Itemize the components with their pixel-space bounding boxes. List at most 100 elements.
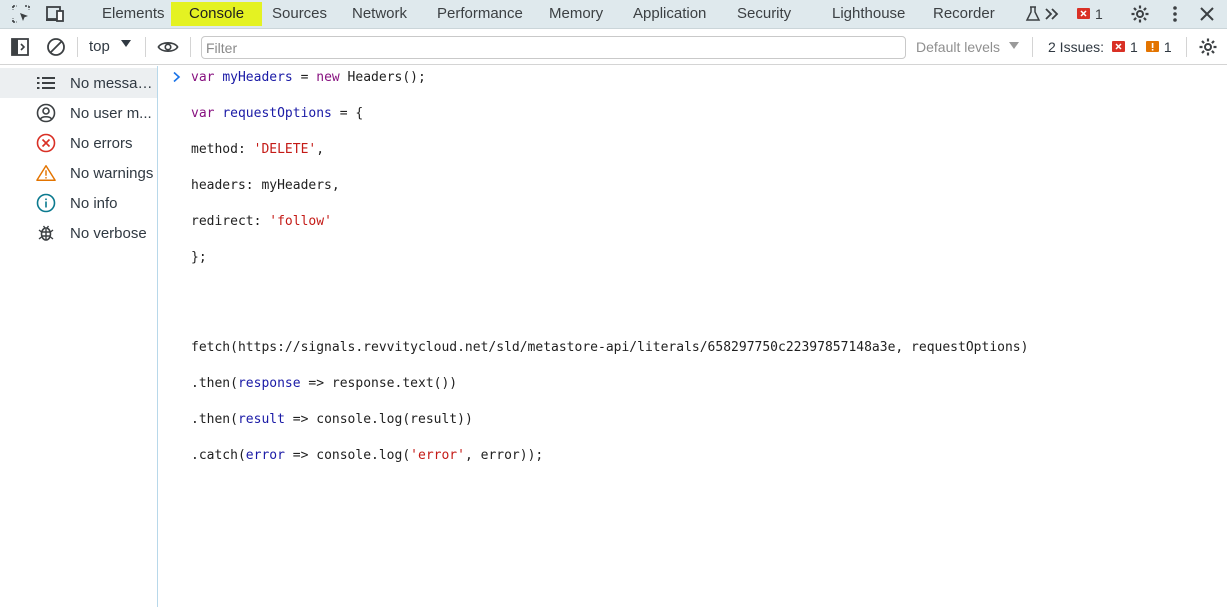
toolbar-divider [1032, 37, 1033, 57]
sidebar-item-label: No errors [70, 134, 133, 152]
code-token: 'error' [410, 448, 465, 463]
code-token: , [316, 142, 325, 157]
tab-elements[interactable]: Elements [100, 0, 167, 28]
console-prompt-chevron-icon [172, 71, 182, 87]
code-token: = [292, 70, 317, 85]
code-line: method: 'DELETE', [191, 142, 324, 157]
toolbar-divider [77, 37, 78, 57]
code-token: }; [191, 250, 207, 265]
issues-warning-count: 1 [1163, 39, 1172, 55]
code-token: .then( [191, 412, 238, 427]
tab-sources[interactable]: Sources [270, 0, 329, 28]
inspect-element-icon[interactable] [10, 4, 32, 24]
sidebar-item-label: No verbose [70, 224, 147, 242]
devtools-tab-bar: Elements Console Sources Network Perform… [0, 0, 1227, 29]
sidebar-item-warnings[interactable]: No warnings [0, 158, 157, 188]
code-line: .then(result => console.log(result)) [191, 412, 473, 427]
code-token: method: [191, 142, 254, 157]
code-line: redirect: 'follow' [191, 214, 332, 229]
tab-console[interactable]: Console [171, 2, 263, 26]
code-token: => response.text()) [300, 376, 458, 391]
code-line: headers: myHeaders, [191, 178, 340, 193]
code-token: .catch( [191, 448, 246, 463]
settings-gear-icon[interactable] [1129, 4, 1151, 24]
close-devtools-icon[interactable] [1196, 4, 1218, 24]
sidebar-item-label: No warnings [70, 164, 154, 182]
sidebar-item-info[interactable]: No info [0, 188, 157, 218]
console-settings-gear-icon[interactable] [1197, 37, 1219, 57]
info-icon [36, 193, 56, 213]
clear-console-icon[interactable] [45, 37, 67, 57]
bug-icon [36, 223, 56, 243]
warning-icon [36, 163, 56, 183]
code-token: redirect: [191, 214, 270, 229]
tab-security[interactable]: Security [735, 0, 793, 28]
code-token: myHeaders [222, 70, 293, 85]
tab-recorder[interactable]: Recorder [931, 0, 997, 28]
more-options-icon[interactable] [1164, 4, 1186, 24]
device-toolbar-icon[interactable] [44, 4, 66, 24]
sidebar-item-user-messages[interactable]: No user m... [0, 98, 157, 128]
tab-lighthouse[interactable]: Lighthouse [830, 0, 907, 28]
console-sidebar: No messag... No user m... No errors No w… [0, 66, 158, 607]
sidebar-item-label: No messag... [70, 74, 156, 92]
levels-chevron-down-icon[interactable] [1009, 42, 1019, 49]
sidebar-item-label: No info [70, 194, 118, 212]
sidebar-item-verbose[interactable]: No verbose [0, 218, 157, 248]
error-badge-icon [1077, 8, 1090, 19]
code-token: Headers(); [339, 70, 426, 85]
user-icon [36, 103, 56, 123]
log-levels-dropdown[interactable]: Default levels [916, 39, 1000, 55]
sidebar-item-errors[interactable]: No errors [0, 128, 157, 158]
sidebar-item-label: No user m... [70, 104, 152, 122]
code-token: error [245, 448, 285, 463]
issues-error-count: 1 [1130, 39, 1138, 55]
error-count: 1 [1095, 6, 1103, 22]
console-output[interactable]: var myHeaders = new Headers(); var reques… [159, 66, 1227, 607]
code-line: .catch(error => console.log('error', err… [191, 448, 543, 463]
live-expression-eye-icon[interactable] [157, 37, 179, 57]
tab-network[interactable]: Network [350, 0, 409, 28]
console-toolbar: top Default levels 2 Issues: 1 1 [0, 30, 1227, 65]
toolbar-divider [190, 37, 191, 57]
code-line: .then(response => response.text()) [191, 376, 457, 391]
code-token: 'follow' [269, 214, 332, 229]
code-token: => console.log(result)) [284, 412, 473, 427]
toolbar-divider [145, 37, 146, 57]
issues-warning-badge: 1 [1145, 39, 1172, 55]
sidebar-item-messages[interactable]: No messag... [0, 68, 157, 98]
context-selector-label[interactable]: top [89, 38, 110, 55]
issues-label: 2 Issues: [1048, 39, 1105, 55]
tab-application[interactable]: Application [631, 0, 708, 28]
code-token: fetch(https://signals.revvitycloud.net/s… [191, 340, 1029, 355]
context-dropdown-icon[interactable] [121, 40, 131, 47]
issue-warning-icon [1145, 41, 1159, 52]
code-token: headers: myHeaders, [191, 178, 340, 193]
code-token: , error)); [464, 448, 544, 463]
code-token: .then( [191, 376, 238, 391]
code-token: = { [331, 106, 364, 121]
show-sidebar-icon[interactable] [9, 37, 31, 57]
more-tabs-icon[interactable] [1041, 4, 1063, 24]
code-token: var [191, 70, 215, 85]
code-token: 'DELETE' [253, 142, 317, 157]
code-token: response [237, 376, 301, 391]
code-line: fetch(https://signals.revvitycloud.net/s… [191, 340, 1028, 355]
filter-input[interactable] [201, 36, 906, 59]
issues-counter[interactable]: 2 Issues: 1 1 [1048, 39, 1172, 55]
code-token: var [191, 106, 215, 121]
tab-memory[interactable]: Memory [547, 0, 605, 28]
toolbar-divider [1186, 37, 1187, 57]
error-count-badge[interactable]: 1 [1077, 6, 1103, 22]
code-line: var myHeaders = new Headers(); [191, 70, 426, 85]
code-token: requestOptions [222, 106, 332, 121]
code-line: }; [191, 250, 207, 265]
code-token: => console.log( [284, 448, 411, 463]
list-icon [36, 73, 56, 93]
tab-performance[interactable]: Performance [435, 0, 525, 28]
issues-error-badge: 1 [1112, 39, 1138, 55]
issue-error-icon [1112, 41, 1126, 52]
code-token: new [316, 70, 340, 85]
error-icon [36, 133, 56, 153]
code-token: result [237, 412, 285, 427]
